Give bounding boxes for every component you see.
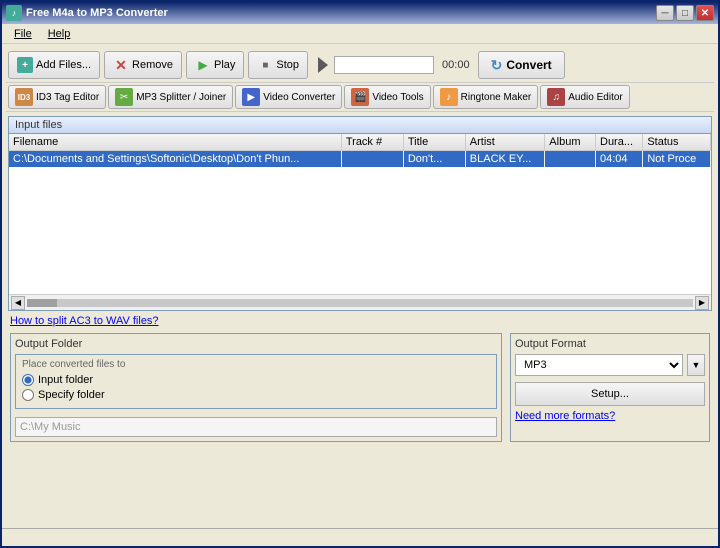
audio-editor-button[interactable]: ♫ Audio Editor — [540, 85, 629, 109]
add-files-label: Add Files... — [36, 59, 91, 71]
col-filename: Filename — [9, 134, 341, 151]
cell-title: Don't... — [403, 151, 465, 168]
menu-bar: File Help — [2, 24, 718, 44]
scroll-left-arrow[interactable]: ◀ — [11, 296, 25, 310]
play-icon: ▶ — [195, 57, 211, 73]
ringtone-maker-button[interactable]: ♪ Ringtone Maker — [433, 85, 539, 109]
play-button[interactable]: ▶ Play — [186, 51, 244, 79]
secondary-toolbar: ID3 ID3 Tag Editor ✂ MP3 Splitter / Join… — [6, 82, 714, 112]
radio-input-folder-row: Input folder — [22, 374, 490, 386]
add-files-icon: + — [17, 57, 33, 73]
progress-start-icon — [316, 58, 330, 72]
mp3-splitter-button[interactable]: ✂ MP3 Splitter / Joiner — [108, 85, 233, 109]
scroll-thumb[interactable] — [27, 299, 57, 307]
table-header-row: Filename Track # Title Artist Album Dura… — [9, 134, 711, 151]
audio-editor-label: Audio Editor — [568, 92, 622, 103]
radio-specify-folder-label: Specify folder — [38, 389, 105, 401]
video-converter-button[interactable]: ▶ Video Converter — [235, 85, 342, 109]
video-tools-icon: 🎬 — [351, 88, 369, 106]
table-row[interactable]: C:\Documents and Settings\Softonic\Deskt… — [9, 151, 711, 168]
radio-input-folder[interactable] — [22, 374, 34, 386]
cell-duration: 04:04 — [596, 151, 643, 168]
scroll-area: Filename Track # Title Artist Album Dura… — [9, 134, 711, 289]
radio-specify-folder[interactable] — [22, 389, 34, 401]
input-files-title: Input files — [9, 117, 711, 134]
col-track: Track # — [341, 134, 403, 151]
title-bar: ♪ Free M4a to MP3 Converter ─ □ ✕ — [2, 2, 718, 24]
ringtone-label: Ringtone Maker — [461, 92, 532, 103]
video-converter-label: Video Converter — [263, 92, 335, 103]
remove-icon: ✕ — [113, 57, 129, 73]
title-bar-left: ♪ Free M4a to MP3 Converter — [6, 5, 168, 21]
col-status: Status — [643, 134, 711, 151]
id3-label: ID3 Tag Editor — [36, 92, 99, 103]
convert-label: Convert — [506, 58, 551, 72]
help-link[interactable]: How to split AC3 to WAV files? — [6, 311, 714, 329]
input-files-section: Input files Filename Track # Title Artis… — [8, 116, 712, 311]
cell-filename: C:\Documents and Settings\Softonic\Deskt… — [9, 151, 341, 168]
progress-bar — [334, 56, 434, 74]
application-window: ♪ Free M4a to MP3 Converter ─ □ ✕ File H… — [0, 0, 720, 548]
app-icon: ♪ — [6, 5, 22, 21]
primary-toolbar: + Add Files... ✕ Remove ▶ Play ■ Stop — [6, 48, 714, 82]
col-duration: Dura... — [596, 134, 643, 151]
bottom-section: Output Folder Place converted files to I… — [6, 329, 714, 446]
place-files-title: Place converted files to — [22, 359, 490, 370]
output-folder-section: Output Folder Place converted files to I… — [10, 333, 502, 442]
main-content: + Add Files... ✕ Remove ▶ Play ■ Stop — [2, 44, 718, 450]
place-files-group: Place converted files to Input folder Sp… — [15, 354, 497, 409]
title-bar-controls: ─ □ ✕ — [656, 5, 714, 21]
close-button[interactable]: ✕ — [696, 5, 714, 21]
maximize-button[interactable]: □ — [676, 5, 694, 21]
id3-icon: ID3 — [15, 88, 33, 106]
convert-button[interactable]: ↻ Convert — [478, 51, 565, 79]
menu-help[interactable]: Help — [40, 26, 79, 42]
convert-icon: ↻ — [491, 57, 503, 74]
setup-button[interactable]: Setup... — [515, 382, 705, 406]
radio-specify-folder-row: Specify folder — [22, 389, 490, 401]
file-table: Filename Track # Title Artist Album Dura… — [9, 134, 711, 167]
format-select[interactable]: MP3 WAV OGG AAC FLAC WMA — [515, 354, 683, 376]
more-formats-link[interactable]: Need more formats? — [515, 410, 615, 422]
remove-label: Remove — [132, 59, 173, 71]
app-title: Free M4a to MP3 Converter — [26, 7, 168, 19]
col-artist: Artist — [465, 134, 545, 151]
video-tools-button[interactable]: 🎬 Video Tools — [344, 85, 430, 109]
add-files-button[interactable]: + Add Files... — [8, 51, 100, 79]
minimize-button[interactable]: ─ — [656, 5, 674, 21]
remove-button[interactable]: ✕ Remove — [104, 51, 182, 79]
status-bar — [2, 528, 718, 546]
video-tools-label: Video Tools — [372, 92, 423, 103]
ringtone-icon: ♪ — [440, 88, 458, 106]
format-dropdown-arrow[interactable]: ▼ — [687, 354, 705, 376]
scroll-right-arrow[interactable]: ▶ — [695, 296, 709, 310]
play-label: Play — [214, 59, 235, 71]
col-title: Title — [403, 134, 465, 151]
splitter-icon: ✂ — [115, 88, 133, 106]
stop-label: Stop — [276, 59, 299, 71]
cell-track — [341, 151, 403, 168]
progress-area: 00:00 — [316, 56, 474, 74]
output-format-section: Output Format MP3 WAV OGG AAC FLAC WMA ▼… — [510, 333, 710, 442]
col-album: Album — [545, 134, 596, 151]
stop-button[interactable]: ■ Stop — [248, 51, 308, 79]
radio-input-folder-label: Input folder — [38, 374, 93, 386]
cell-album — [545, 151, 596, 168]
scroll-track[interactable] — [27, 299, 693, 307]
folder-path-input[interactable] — [15, 417, 497, 437]
cell-artist: BLACK EY... — [465, 151, 545, 168]
video-converter-icon: ▶ — [242, 88, 260, 106]
output-format-title: Output Format — [515, 338, 705, 350]
menu-file[interactable]: File — [6, 26, 40, 42]
stop-icon: ■ — [257, 57, 273, 73]
horizontal-scrollbar[interactable]: ◀ ▶ — [9, 294, 711, 310]
format-select-row: MP3 WAV OGG AAC FLAC WMA ▼ — [515, 354, 705, 376]
cell-status: Not Proce — [643, 151, 711, 168]
file-list-area: Filename Track # Title Artist Album Dura… — [9, 134, 711, 294]
id3-tag-editor-button[interactable]: ID3 ID3 Tag Editor — [8, 85, 106, 109]
time-display: 00:00 — [438, 59, 474, 71]
output-folder-title: Output Folder — [15, 338, 497, 350]
audio-editor-icon: ♫ — [547, 88, 565, 106]
splitter-label: MP3 Splitter / Joiner — [136, 92, 226, 103]
